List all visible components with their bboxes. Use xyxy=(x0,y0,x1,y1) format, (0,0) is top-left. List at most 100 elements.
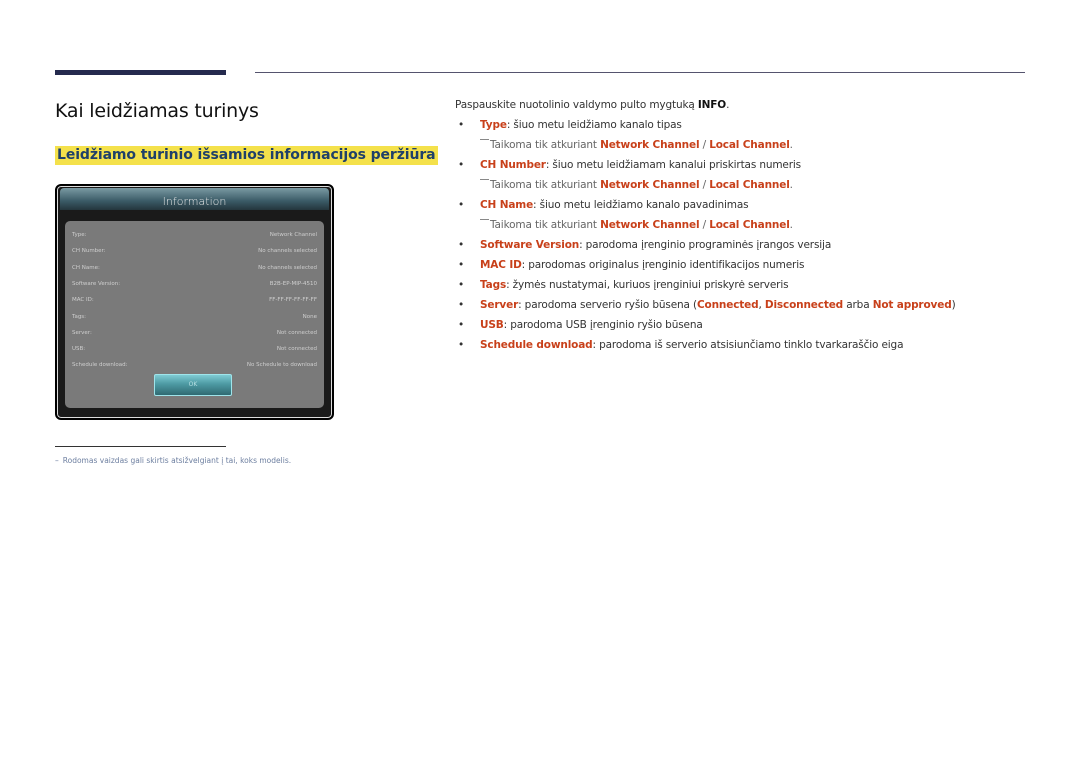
intro-text: Paspauskite nuotolinio valdymo pulto myg… xyxy=(455,99,1055,114)
footnote-text: Rodomas vaizdas gali skirtis atsižvelgia… xyxy=(62,456,292,465)
note-suffix: . xyxy=(789,219,793,231)
bullet-term: Server xyxy=(480,299,519,311)
info-row: Type: Network Channel xyxy=(72,232,317,244)
info-row-label: CH Name: xyxy=(72,264,100,271)
bullet-text: : parodoma įrenginio programinės įrangos… xyxy=(579,239,832,251)
bullet-text: : parodoma serverio ryšio būsena ( xyxy=(518,299,697,311)
bullet-icon: • xyxy=(458,199,465,211)
information-dialog: Information Type: Network Channel CH Numbe… xyxy=(55,184,334,420)
bullet-item: • Type: šiuo metu leidžiamo kanalo tipas xyxy=(455,119,1055,134)
dialog-body: Type: Network Channel CH Number: No channel… xyxy=(65,221,324,408)
note-suffix: . xyxy=(789,179,793,191)
info-key-label: INFO xyxy=(697,99,727,111)
dialog-title: Information xyxy=(60,188,329,210)
info-row: CH Name: No channels selected xyxy=(72,265,317,277)
info-row-label: CH Number: xyxy=(72,248,106,255)
bullet-text-part: ) xyxy=(951,299,956,311)
bullet-term: Tags xyxy=(480,279,507,291)
info-row: Server: Not connected xyxy=(72,330,317,342)
info-row-value: No channels selected xyxy=(258,248,317,255)
note-dash-icon xyxy=(480,139,489,140)
note-item: Taikoma tik atkuriant Network Channel / … xyxy=(455,139,1055,154)
status-term: Not approved xyxy=(872,299,952,311)
header-thin-rule xyxy=(255,72,1025,73)
footnote: – Rodomas vaizdas gali skirtis atsižvelgi… xyxy=(55,456,291,465)
info-row-label: Tags: xyxy=(72,313,87,320)
note-prefix: Taikoma tik atkuriant xyxy=(490,219,601,231)
note-term-local-channel: Local Channel xyxy=(709,139,790,151)
bullet-list: • Type: šiuo metu leidžiamo kanalo tipas T… xyxy=(455,119,1055,354)
note-dash-icon xyxy=(480,179,489,180)
info-row-label: Server: xyxy=(72,329,92,336)
info-row-value: None xyxy=(302,313,317,320)
info-row-value: FF-FF-FF-FF-FF-FF xyxy=(269,297,317,304)
info-row: MAC ID: FF-FF-FF-FF-FF-FF xyxy=(72,297,317,309)
note-separator: / xyxy=(699,139,710,151)
footnote-rule xyxy=(55,446,226,447)
bullet-term: CH Number xyxy=(480,159,546,171)
bullet-item: • CH Name: šiuo metu leidžiamo kanalo pav… xyxy=(455,199,1055,214)
info-row-value: B2B-EP-MIP-4510 xyxy=(269,280,317,287)
info-row-value: Not connected xyxy=(276,329,317,336)
bullet-text: : parodoma iš serverio atsisiunčiamo tin… xyxy=(592,339,904,351)
info-row-label: Type: xyxy=(72,232,87,238)
status-term: Disconnected xyxy=(764,299,844,311)
bullet-term: Software Version xyxy=(480,239,580,251)
bullet-item: • Schedule download: parodoma iš serverio… xyxy=(455,339,1055,354)
bullet-term: MAC ID xyxy=(480,259,522,271)
bullet-term: Type xyxy=(480,119,507,131)
note-term-local-channel: Local Channel xyxy=(709,179,790,191)
note-separator: / xyxy=(699,179,710,191)
bullet-item: • CH Number: šiuo metu leidžiamam kanalui… xyxy=(455,159,1055,174)
info-row: USB: Not connected xyxy=(72,346,317,358)
note-term-local-channel: Local Channel xyxy=(709,219,790,231)
info-row: Software Version: B2B-EP-MIP-4510 xyxy=(72,281,317,293)
info-row-value: Not connected xyxy=(276,346,317,353)
intro-text-end: . xyxy=(726,99,730,111)
bullet-icon: • xyxy=(458,119,465,131)
content-column: Paspauskite nuotolinio valdymo pulto myg… xyxy=(455,99,1055,359)
note-item: Taikoma tik atkuriant Network Channel / … xyxy=(455,219,1055,234)
info-row-label: Software Version: xyxy=(72,280,121,287)
info-row-value: Network Channel xyxy=(269,232,317,238)
info-row: CH Number: No channels selected xyxy=(72,248,317,260)
note-term-network-channel: Network Channel xyxy=(600,139,700,151)
ok-button[interactable]: OK xyxy=(154,374,232,396)
bullet-item: • Tags: žymės nustatymai, kuriuos įrengin… xyxy=(455,279,1055,294)
bullet-icon: • xyxy=(458,299,465,311)
intro-text-main: Paspauskite nuotolinio valdymo pulto myg… xyxy=(455,99,698,111)
bullet-icon: • xyxy=(458,319,465,331)
bullet-icon: • xyxy=(458,159,465,171)
footnote-dash: – xyxy=(55,456,59,465)
bullet-term: USB xyxy=(480,319,504,331)
bullet-icon: • xyxy=(458,239,465,251)
bullet-item: • Software Version: parodoma įrenginio pr… xyxy=(455,239,1055,254)
note-term-network-channel: Network Channel xyxy=(600,219,700,231)
note-dash-icon xyxy=(480,219,489,220)
bullet-term: Schedule download xyxy=(480,339,593,351)
bullet-term: CH Name xyxy=(480,199,534,211)
note-prefix: Taikoma tik atkuriant xyxy=(490,139,601,151)
bullet-text: : šiuo metu leidžiamam kanalui priskirta… xyxy=(545,159,801,171)
bullet-text: : parodomas originalus įrenginio identif… xyxy=(521,259,805,271)
status-term: Connected xyxy=(696,299,759,311)
info-row-label: MAC ID: xyxy=(72,297,94,304)
note-term-network-channel: Network Channel xyxy=(600,179,700,191)
bullet-text: : žymės nustatymai, kuriuos įrenginiui p… xyxy=(506,279,789,291)
info-row-value: No channels selected xyxy=(258,264,317,271)
info-row-label: USB: xyxy=(72,346,86,353)
info-row: Schedule download: No Schedule to downloa… xyxy=(72,362,317,374)
note-prefix: Taikoma tik atkuriant xyxy=(490,179,601,191)
bullet-text-part: arba xyxy=(843,299,873,311)
bullet-text: : šiuo metu leidžiamo kanalo tipas xyxy=(506,119,682,131)
page-title: Kai leidžiamas turinys xyxy=(55,100,259,122)
bullet-icon: • xyxy=(458,339,465,351)
header-thick-rule xyxy=(55,70,226,75)
bullet-item: • MAC ID: parodomas originalus įrenginio … xyxy=(455,259,1055,274)
bullet-item: • Server: parodoma serverio ryšio būsena … xyxy=(455,299,1055,314)
info-row: Tags: None xyxy=(72,314,317,326)
note-item: Taikoma tik atkuriant Network Channel / … xyxy=(455,179,1055,194)
bullet-item: • USB: parodoma USB įrenginio ryšio būsen… xyxy=(455,319,1055,334)
section-title: Leidžiamo turinio išsamios informacijos … xyxy=(55,146,439,165)
bullet-text: : parodoma USB įrenginio ryšio būsena xyxy=(503,319,703,331)
